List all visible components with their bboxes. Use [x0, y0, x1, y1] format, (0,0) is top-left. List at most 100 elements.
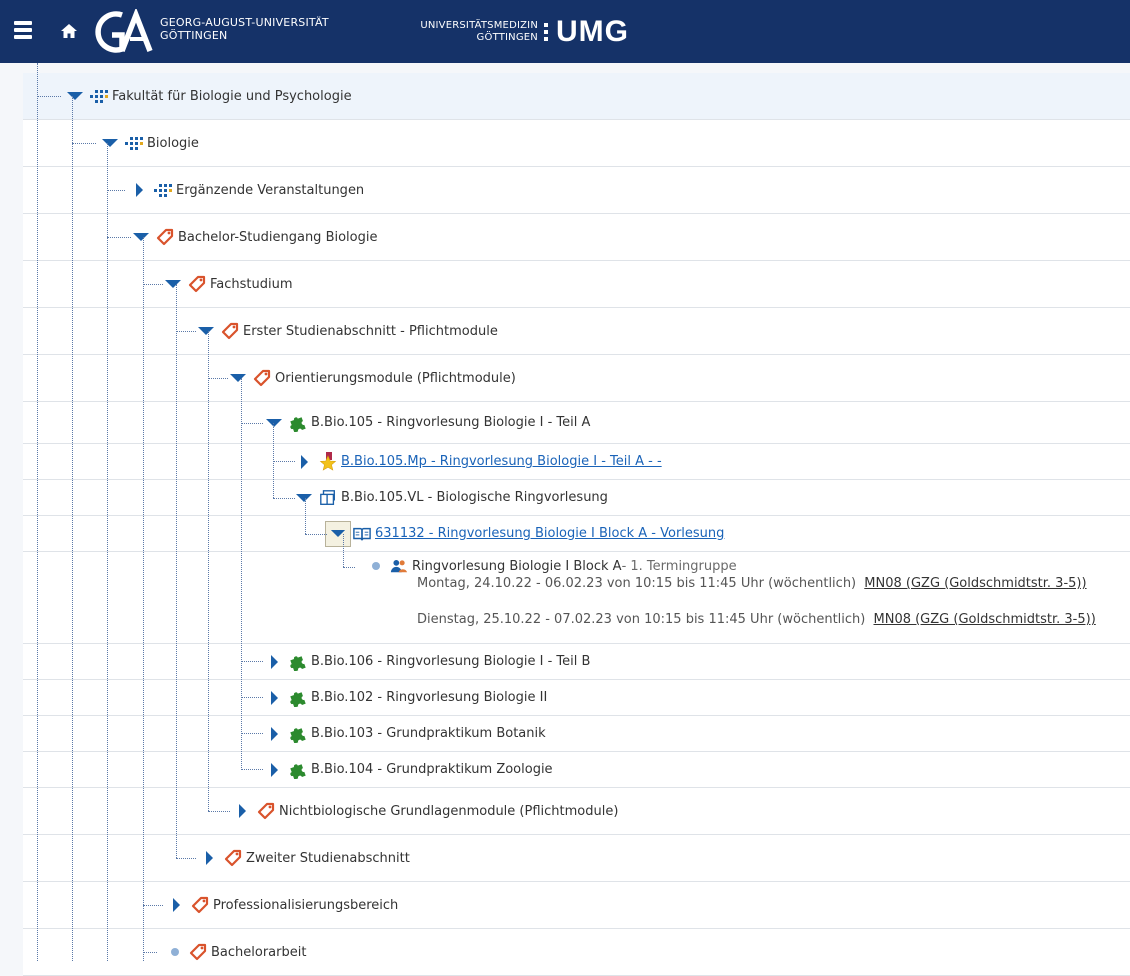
expand-toggle-icon[interactable] — [263, 651, 285, 673]
tree-label[interactable]: Orientierungsmodule (Pflichtmodule) — [275, 371, 516, 386]
lecture-series-icon — [319, 489, 337, 507]
schedule-text: Dienstag, 25.10.22 - 07.02.23 von 10:15 … — [417, 612, 866, 627]
tree-guide-line — [305, 534, 327, 535]
collapse-toggle-icon[interactable] — [64, 85, 86, 107]
expand-toggle-icon[interactable] — [165, 894, 187, 916]
tree-label[interactable]: Bachelor-Studiengang Biologie — [178, 230, 377, 245]
umg-logo[interactable]: UMG — [556, 16, 629, 48]
module-puzzle-icon — [289, 653, 307, 671]
collapse-toggle-icon[interactable] — [195, 320, 217, 342]
collapse-toggle-icon[interactable] — [162, 273, 184, 295]
expand-toggle-icon[interactable] — [231, 800, 253, 822]
tree-label[interactable]: Erster Studienabschnitt - Pflichtmodule — [243, 324, 498, 339]
group-suffix: - 1. Termingruppe — [621, 558, 737, 574]
tree-guide-line — [241, 769, 263, 770]
umg-line1: UNIVERSITÄTSMEDIZIN — [420, 20, 538, 31]
leaf-dot-icon — [171, 948, 179, 956]
module-puzzle-icon — [289, 725, 307, 743]
tree-guide-line — [72, 143, 96, 144]
room-link[interactable]: MN08 (GZG (Goldschmidtstr. 3-5)) — [864, 576, 1086, 591]
tree-label[interactable]: Ergänzende Veranstaltungen — [176, 183, 364, 198]
umg-line2: GÖTTINGEN — [476, 32, 538, 43]
tree-guide-line — [343, 534, 344, 567]
schedule-text: Montag, 24.10.22 - 06.02.23 von 10:15 bi… — [417, 576, 857, 591]
home-icon[interactable] — [60, 22, 78, 40]
tag-icon — [257, 802, 275, 820]
tree-row-bachelor: Bachelor-Studiengang Biologie — [23, 214, 1130, 261]
top-header-bar: GEORG-AUGUST-UNIVERSITÄT GÖTTINGEN UNIVE… — [0, 0, 1130, 63]
expand-toggle-icon[interactable] — [263, 687, 285, 709]
umg-logo-dots — [544, 23, 549, 41]
tree-label[interactable]: Nichtbiologische Grundlagenmodule (Pflic… — [279, 804, 618, 819]
group-title[interactable]: Ringvorlesung Biologie I Block A — [412, 559, 622, 574]
tag-icon — [221, 322, 239, 340]
tag-icon — [189, 943, 207, 961]
tree-row-bio102: B.Bio.102 - Ringvorlesung Biologie II — [23, 680, 1130, 716]
tree-label[interactable]: B.Bio.103 - Grundpraktikum Botanik — [311, 726, 546, 741]
schedule-entry-2: Dienstag, 25.10.22 - 07.02.23 von 10:15 … — [417, 612, 1096, 627]
tree-guide-line — [143, 237, 144, 961]
expand-toggle-icon[interactable] — [293, 451, 315, 473]
tree-guide-line — [241, 733, 263, 734]
tree-label[interactable]: Bachelorarbeit — [211, 945, 306, 960]
tree-row-fachstudium: Fachstudium — [23, 261, 1130, 308]
expand-toggle-icon[interactable] — [263, 759, 285, 781]
tree-label[interactable]: B.Bio.104 - Grundpraktikum Zoologie — [311, 762, 553, 777]
tree-link[interactable]: B.Bio.105.Mp - Ringvorlesung Biologie I … — [341, 454, 662, 469]
tree-label[interactable]: B.Bio.105.VL - Biologische Ringvorlesung — [341, 490, 608, 505]
collapse-toggle-icon[interactable] — [293, 487, 315, 509]
tree-label[interactable]: Biologie — [147, 136, 199, 151]
org-unit-icon — [125, 134, 143, 152]
collapse-toggle-icon[interactable] — [325, 520, 351, 547]
collapse-toggle-icon[interactable] — [99, 132, 121, 154]
university-name-line1: GEORG-AUGUST-UNIVERSITÄT — [160, 16, 329, 29]
module-puzzle-icon — [289, 414, 307, 432]
tag-icon — [188, 275, 206, 293]
group-users-icon — [390, 557, 408, 575]
tree-label[interactable]: Zweiter Studienabschnitt — [246, 851, 410, 866]
tree-row-bio103: B.Bio.103 - Grundpraktikum Botanik — [23, 716, 1130, 752]
collapse-toggle-icon[interactable] — [227, 367, 249, 389]
tree-row-bio106: B.Bio.106 - Ringvorlesung Biologie I - T… — [23, 644, 1130, 680]
collapse-toggle-icon[interactable] — [263, 412, 285, 434]
tree-label[interactable]: B.Bio.102 - Ringvorlesung Biologie II — [311, 690, 547, 705]
tree-label[interactable]: Professionalisierungsbereich — [213, 898, 398, 913]
leaf-dot-icon — [372, 562, 380, 570]
tree-guide-line — [176, 331, 196, 332]
tree-guide-line — [305, 498, 306, 534]
expand-toggle-icon[interactable] — [128, 179, 150, 201]
room-link[interactable]: MN08 (GZG (Goldschmidtstr. 3-5)) — [874, 612, 1096, 627]
schedule-entry-1: Montag, 24.10.22 - 06.02.23 von 10:15 bi… — [417, 576, 1087, 591]
tree-guide-line — [143, 284, 163, 285]
tree-guide-line — [208, 378, 228, 379]
tree-row-bio105vl: B.Bio.105.VL - Biologische Ringvorlesung — [23, 480, 1130, 516]
tree-label[interactable]: Fakultät für Biologie und Psychologie — [112, 89, 352, 104]
module-puzzle-icon — [289, 689, 307, 707]
tree-row-bio105mp: B.Bio.105.Mp - Ringvorlesung Biologie I … — [23, 444, 1130, 480]
university-logo[interactable] — [92, 9, 156, 55]
tag-icon — [156, 228, 174, 246]
tree-guide-line — [241, 697, 263, 698]
tree-guide-line — [37, 96, 61, 97]
tree-row-nichtbio: Nichtbiologische Grundlagenmodule (Pflic… — [23, 788, 1130, 835]
tree-guide-line — [107, 190, 125, 191]
tree-label[interactable]: B.Bio.105 - Ringvorlesung Biologie I - T… — [311, 415, 590, 430]
tree-link[interactable]: 631132 - Ringvorlesung Biologie I Block … — [375, 526, 724, 541]
tree-label[interactable]: B.Bio.106 - Ringvorlesung Biologie I - T… — [311, 654, 590, 669]
tree-guide-line — [176, 858, 196, 859]
tree-row-fakultaet: Fakultät für Biologie und Psychologie — [23, 73, 1130, 120]
tree-guide-line — [241, 378, 242, 770]
menu-icon[interactable] — [14, 21, 32, 41]
tree-row-professional: Professionalisierungsbereich — [23, 882, 1130, 929]
tree-row-bio105: B.Bio.105 - Ringvorlesung Biologie I - T… — [23, 402, 1130, 444]
tree-label[interactable]: Fachstudium — [210, 277, 293, 292]
tree-row-biologie: Biologie — [23, 120, 1130, 167]
open-book-icon — [353, 525, 371, 543]
tree-guide-line — [72, 96, 73, 961]
org-unit-icon — [154, 181, 172, 199]
expand-toggle-icon[interactable] — [263, 723, 285, 745]
tree-guide-line — [208, 331, 209, 811]
expand-toggle-icon[interactable] — [198, 847, 220, 869]
university-name-line2: GÖTTINGEN — [160, 29, 228, 42]
collapse-toggle-icon[interactable] — [130, 226, 152, 248]
